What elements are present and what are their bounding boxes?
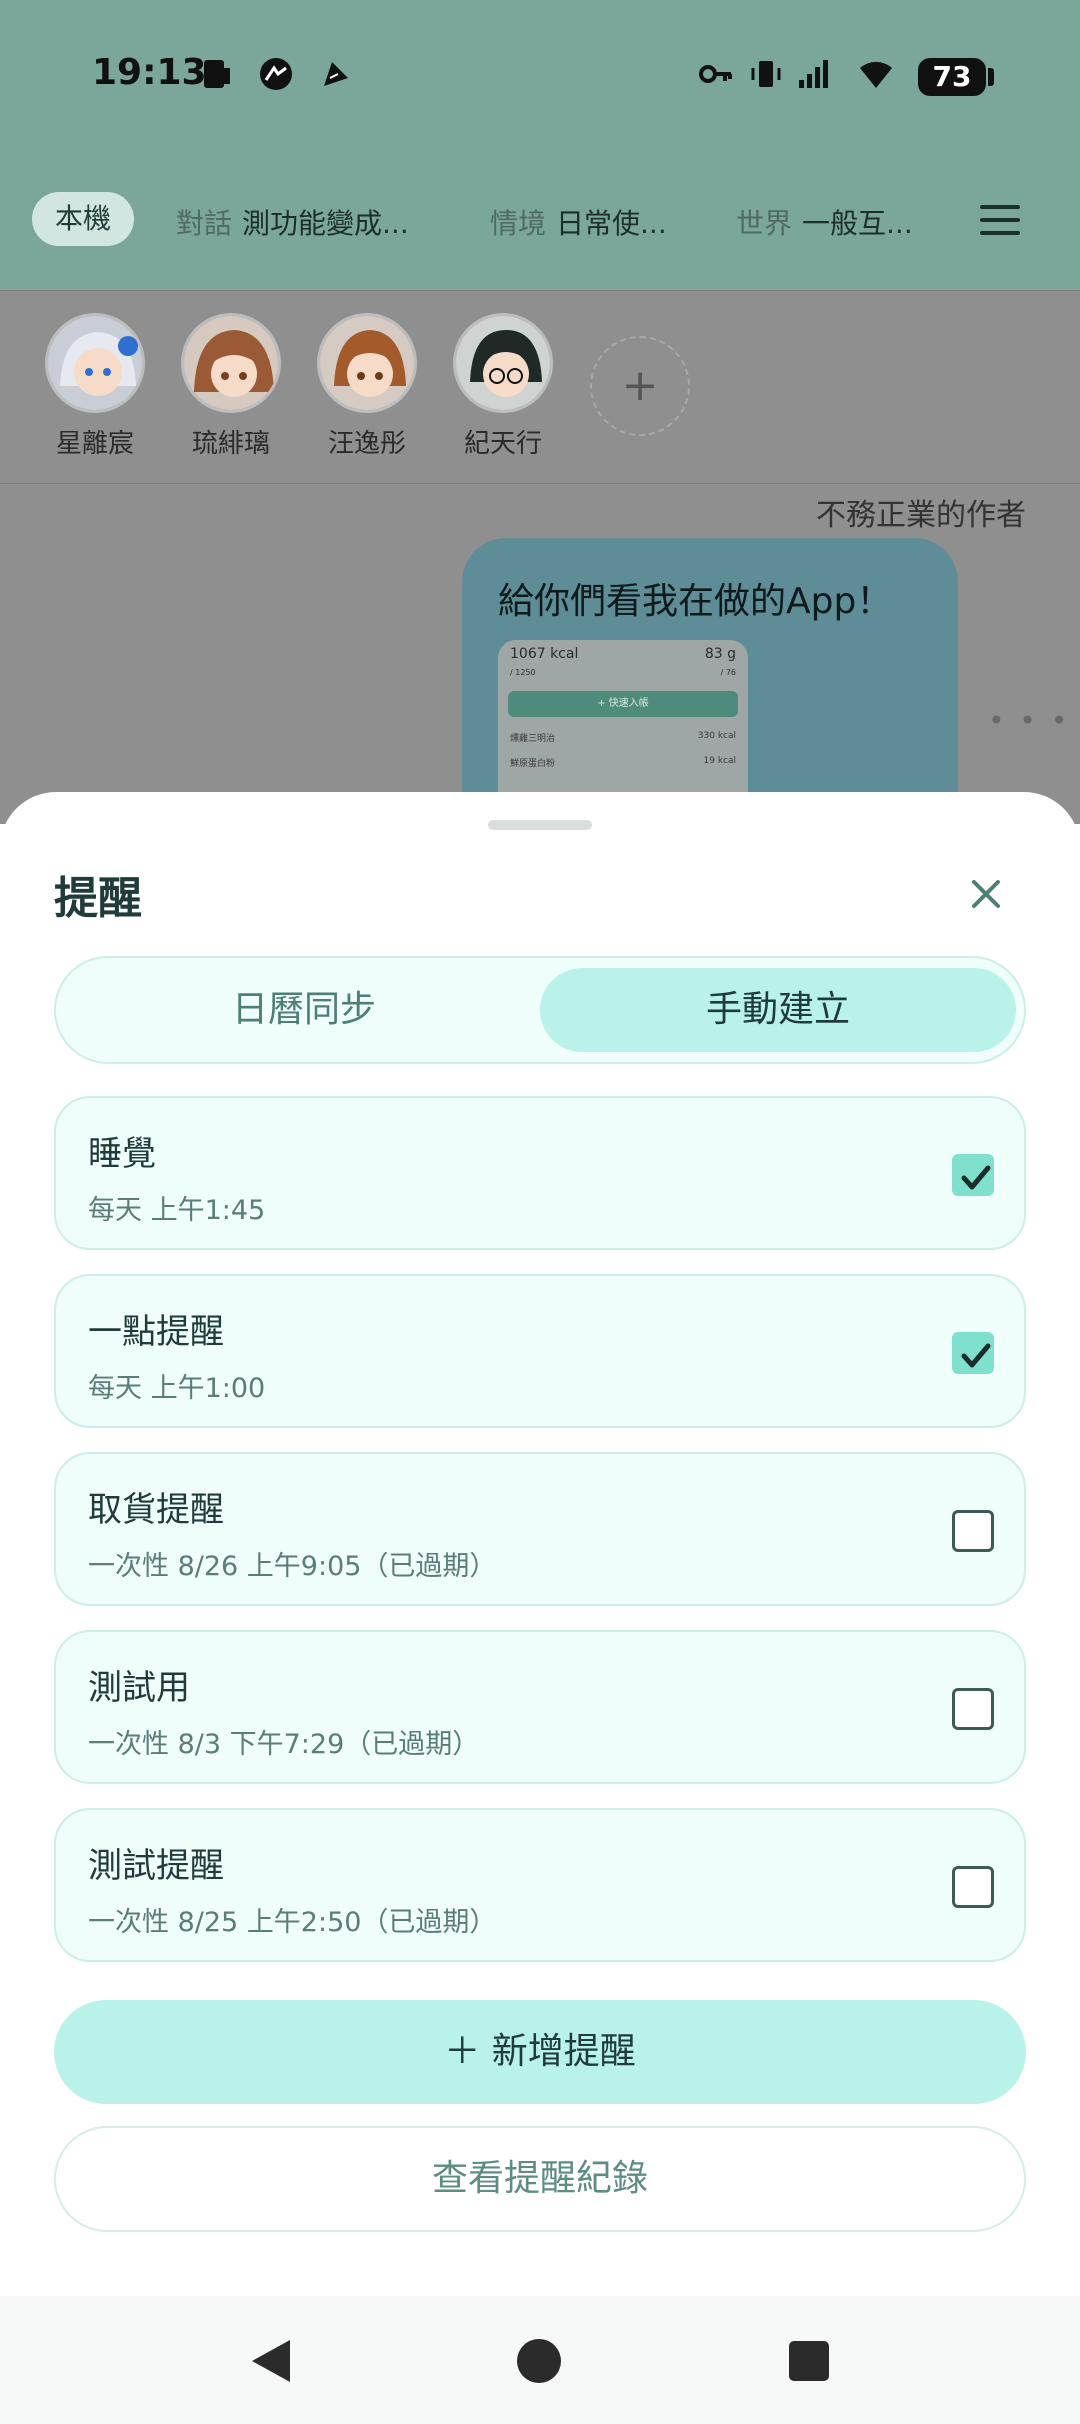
recents-icon[interactable]	[784, 2336, 834, 2386]
preview-grams: 83 g	[704, 646, 736, 662]
segment-calendar-sync[interactable]: 日曆同步	[66, 968, 542, 1052]
message-text: 給你們看我在做的App！	[498, 581, 893, 622]
reminder-title: 一點提醒	[88, 1312, 224, 1352]
add-character-button[interactable]: +	[590, 336, 690, 436]
sim-icon	[204, 60, 230, 88]
context-tabs: 本機 對話 測功能變成... 情境 日常使... 世界 一般互...	[0, 150, 1080, 290]
send-notification-icon	[324, 62, 348, 86]
check-icon	[961, 1343, 991, 1368]
character-name: 紀天行	[463, 429, 542, 459]
reminder-sheet: 提醒 日曆同步 手動建立 睡覺 每天 上午1:45 一點提醒 每天 上午1:00…	[0, 792, 1080, 2296]
avatar	[317, 313, 417, 413]
more-options-icon[interactable]: • • •	[988, 704, 1070, 737]
reminder-item[interactable]: 測試提醒 一次性 8/25 上午2:50（已過期）	[54, 1808, 1026, 1962]
reminder-title: 測試提醒	[88, 1846, 224, 1886]
reminder-title: 取貨提醒	[88, 1490, 224, 1530]
character-1[interactable]: 星離宸	[40, 313, 150, 460]
preview-row: 鮮原蛋白粉 19 kcal	[498, 750, 748, 775]
reminder-checkbox[interactable]	[952, 1510, 994, 1552]
reminder-checkbox[interactable]	[952, 1866, 994, 1908]
system-nav-bar	[0, 2296, 1080, 2424]
reminder-item[interactable]: 取貨提醒 一次性 8/26 上午9:05（已過期）	[54, 1452, 1026, 1606]
preview-summary: 1067 kcal 83 g	[498, 640, 748, 668]
sheet-drag-handle[interactable]	[488, 820, 592, 830]
vibrate-icon	[751, 61, 781, 87]
character-4[interactable]: 紀天行	[448, 313, 558, 460]
message-image[interactable]: 1067 kcal 83 g / 1250 / 76 + 快速入帳 燻雞三明治 3…	[498, 640, 748, 800]
avatar	[181, 313, 281, 413]
tab-scenario-key: 情境	[490, 207, 547, 240]
reminder-item[interactable]: 測試用 一次性 8/3 下午7:29（已過期）	[54, 1630, 1026, 1784]
character-2[interactable]: 琉緋璃	[176, 313, 286, 460]
reminder-schedule: 一次性 8/26 上午9:05（已過期）	[88, 1551, 497, 1582]
reminder-schedule: 一次性 8/25 上午2:50（已過期）	[88, 1907, 497, 1938]
chat-area: 不務正業的作者 給你們看我在做的App！ 1067 kcal 83 g / 12…	[0, 484, 1080, 828]
preview-row-value: 330 kcal	[697, 731, 736, 741]
preview-kcal-sub: / 1250	[510, 668, 536, 677]
preview-row: 燻雞三明治 330 kcal	[498, 725, 748, 750]
preview-row-value: 19 kcal	[703, 756, 737, 766]
preview-kcal: 1067 kcal	[510, 646, 579, 662]
character-name: 琉緋璃	[191, 429, 270, 459]
home-icon[interactable]	[514, 2336, 564, 2386]
character-name: 星離宸	[55, 429, 134, 459]
source-segmented-control: 日曆同步 手動建立	[54, 956, 1026, 1064]
tab-world[interactable]: 世界 一般互...	[736, 202, 913, 242]
reminder-schedule: 每天 上午1:00	[88, 1373, 266, 1404]
message-bubble[interactable]: 給你們看我在做的App！ 1067 kcal 83 g / 1250 / 76 …	[462, 538, 958, 828]
wifi-icon	[860, 61, 892, 88]
signal-icon	[799, 60, 828, 88]
reminder-schedule: 每天 上午1:45	[88, 1195, 266, 1226]
message-author: 不務正業的作者	[816, 498, 1026, 533]
tab-scenario[interactable]: 情境 日常使...	[490, 202, 667, 242]
reminder-title: 睡覺	[88, 1134, 156, 1174]
reminder-schedule: 一次性 8/3 下午7:29（已過期）	[88, 1729, 480, 1760]
avatar	[453, 313, 553, 413]
close-icon[interactable]	[962, 870, 1010, 918]
segment-manual[interactable]: 手動建立	[540, 968, 1016, 1052]
tab-scenario-value: 日常使...	[556, 207, 667, 240]
vpn-key-icon	[699, 65, 732, 83]
preview-summary-sub: / 1250 / 76	[498, 668, 748, 683]
tab-conversation-key: 對話	[176, 207, 233, 240]
reminder-checkbox[interactable]	[952, 1154, 994, 1196]
tab-world-key: 世界	[736, 207, 793, 240]
preview-row-name: 燻雞三明治	[510, 734, 556, 744]
reminder-title: 測試用	[88, 1668, 190, 1708]
character-strip: 星離宸 琉緋璃 汪逸彤 紀天行 +	[0, 290, 1080, 484]
tab-world-value: 一般互...	[802, 207, 913, 240]
preview-row-name: 鮮原蛋白粉	[510, 759, 556, 769]
reminder-item[interactable]: 睡覺 每天 上午1:45	[54, 1096, 1026, 1250]
character-name: 汪逸彤	[327, 429, 406, 459]
view-reminder-log-button[interactable]: 查看提醒紀錄	[54, 2126, 1026, 2232]
reminder-item[interactable]: 一點提醒 每天 上午1:00	[54, 1274, 1026, 1428]
tab-local[interactable]: 本機	[32, 192, 134, 246]
status-bar: 19:13 73	[0, 0, 1080, 150]
add-reminder-button[interactable]: ＋ 新增提醒	[54, 2000, 1026, 2104]
preview-quick-add: + 快速入帳	[508, 691, 738, 717]
status-time: 19:13	[92, 52, 207, 93]
battery-indicator: 73	[918, 58, 994, 96]
back-icon[interactable]	[246, 2336, 296, 2386]
tab-conversation[interactable]: 對話 測功能變成...	[176, 202, 409, 242]
sheet-title: 提醒	[54, 873, 142, 924]
check-icon	[961, 1165, 991, 1190]
preview-grams-sub: / 76	[720, 668, 736, 677]
character-3[interactable]: 汪逸彤	[312, 313, 422, 460]
app-notification-icon	[260, 58, 292, 90]
tab-conversation-value: 測功能變成...	[242, 207, 409, 240]
menu-icon[interactable]	[980, 205, 1020, 235]
reminder-checkbox[interactable]	[952, 1688, 994, 1730]
avatar	[45, 313, 145, 413]
reminder-checkbox[interactable]	[952, 1332, 994, 1374]
